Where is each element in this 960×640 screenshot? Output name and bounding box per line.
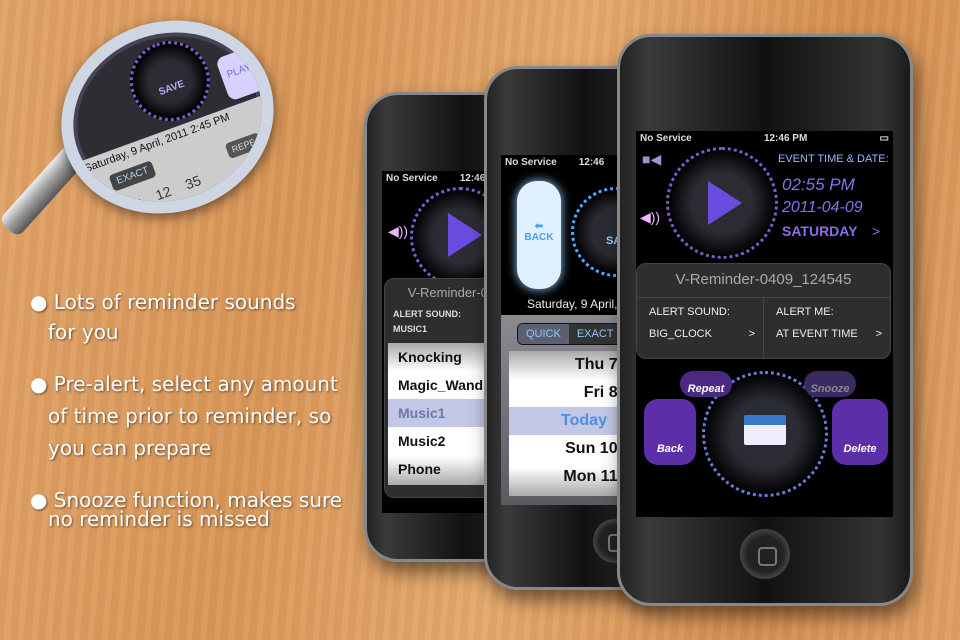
event-day[interactable]: SATURDAY — [782, 223, 857, 239]
snooze-label: Snooze — [810, 383, 850, 395]
feature-1: ● Lots of reminder sounds — [30, 290, 296, 314]
chevron-right-icon: > — [875, 328, 882, 340]
delete-button[interactable]: Delete — [832, 399, 888, 465]
back-button[interactable]: ⬅ BACK — [517, 181, 561, 289]
chevron-right-icon: > — [748, 328, 755, 340]
delete-label: Delete — [843, 443, 877, 455]
feature-2-cont: of time prior to reminder, so — [48, 404, 332, 428]
reminder-title[interactable]: V-Reminder-0409_124545 — [637, 264, 890, 298]
back-label: BACK — [524, 232, 554, 243]
alert-me-label: ALERT ME: — [776, 306, 834, 318]
alert-sound-value: BIG_CLOCK — [649, 328, 712, 340]
phone-reminder-detail: No Service 12:46 PM ▭ ■◀ ◀)) EVENT TIME … — [617, 34, 913, 606]
play-icon[interactable] — [448, 213, 482, 257]
clock: 12:46 PM — [763, 133, 808, 144]
play-icon[interactable] — [708, 181, 742, 225]
event-date[interactable]: 2011-04-09 — [782, 199, 863, 217]
feature-3-cont: no reminder is missed — [48, 507, 270, 531]
event-time[interactable]: 02:55 PM — [782, 175, 855, 195]
speaker-icon: ■◀ — [642, 151, 662, 167]
reminder-panel: V-Reminder-0409_124545 ALERT SOUND: BIG_… — [636, 263, 891, 359]
event-day-arrow[interactable]: > — [872, 223, 880, 239]
back-button[interactable]: Back — [644, 399, 696, 465]
home-button[interactable] — [740, 529, 790, 579]
back-label: Back — [656, 443, 684, 455]
volume-icon[interactable]: ◀)) — [388, 223, 408, 240]
battery-icon: ▭ — [879, 133, 889, 144]
feature-2-cont2: you can prepare — [48, 436, 212, 460]
alert-sound-label: ALERT SOUND: — [649, 306, 730, 318]
event-label: EVENT TIME & DATE: — [778, 153, 889, 165]
carrier: No Service — [640, 133, 692, 144]
carrier: No Service — [386, 173, 438, 184]
back-arrow-icon: ⬅ — [534, 221, 544, 232]
repeat-label: Repeat — [687, 383, 725, 395]
screen: No Service 12:46 PM ▭ ■◀ ◀)) EVENT TIME … — [636, 131, 893, 517]
carrier: No Service — [505, 157, 557, 168]
volume-icon[interactable]: ◀)) — [640, 209, 660, 226]
alert-me-value: AT EVENT TIME — [776, 328, 858, 340]
alert-me-cell[interactable]: ALERT ME: AT EVENT TIME > — [764, 298, 890, 358]
alert-sound-cell[interactable]: ALERT SOUND: BIG_CLOCK > — [637, 298, 764, 358]
clock: 12:46 — [578, 157, 605, 168]
mode-segmented-control[interactable]: QUICK EXACT — [517, 323, 623, 345]
repeat-button[interactable]: Repeat — [680, 371, 732, 397]
feature-1-cont: for you — [48, 320, 119, 344]
feature-2: ● Pre-alert, select any amount — [30, 372, 338, 396]
exact-tab[interactable]: EXACT — [568, 324, 622, 344]
clock: 12:46 — [459, 173, 486, 184]
envelope-icon[interactable] — [744, 415, 786, 445]
quick-tab[interactable]: QUICK — [518, 324, 569, 344]
snooze-button[interactable]: Snooze — [804, 371, 856, 397]
